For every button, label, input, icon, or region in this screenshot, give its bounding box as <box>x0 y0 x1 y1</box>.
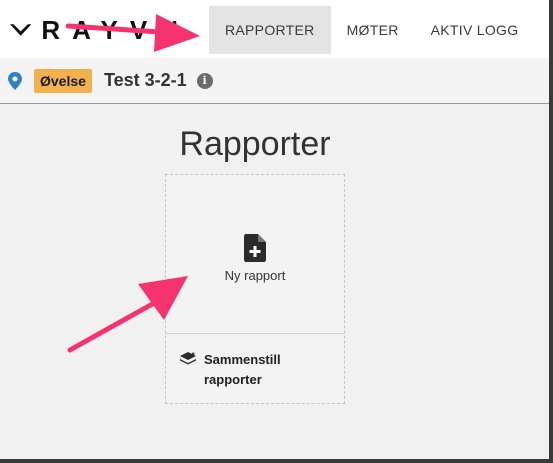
merge-reports-button[interactable]: Sammenstill rapporter <box>166 334 344 404</box>
app-window: RAYVN RAPPORTER MØTER AKTIV LOGG Øvelse … <box>0 0 553 463</box>
info-icon[interactable]: i <box>196 72 213 89</box>
nav-tab-aktiv-logg[interactable]: AKTIV LOGG <box>415 6 535 54</box>
exercise-badge: Øvelse <box>34 68 92 93</box>
nav-tab-moter[interactable]: MØTER <box>331 6 415 54</box>
case-header: Øvelse Test 3-2-1 i <box>0 58 549 104</box>
map-pin-icon[interactable] <box>8 71 22 90</box>
merge-reports-label: Sammenstill rapporter <box>204 352 281 387</box>
new-report-label: Ny rapport <box>224 267 286 283</box>
page-title: Rapporter <box>179 125 331 163</box>
case-title: Test 3-2-1 <box>103 70 187 90</box>
report-card: Ny rapport Sammenstill rapporter <box>165 174 345 404</box>
nav-tab-rapporter[interactable]: RAPPORTER <box>209 6 331 54</box>
layers-icon <box>180 352 196 365</box>
logo[interactable]: RAYVN <box>10 12 190 48</box>
top-navigation: RAYVN RAPPORTER MØTER AKTIV LOGG <box>0 0 549 58</box>
logo-text: RAYVN <box>41 14 190 45</box>
logo-mark-icon <box>10 24 32 36</box>
new-report-button[interactable]: Ny rapport <box>166 175 344 333</box>
file-plus-icon <box>244 233 266 262</box>
main-nav: RAPPORTER MØTER AKTIV LOGG <box>209 6 534 54</box>
